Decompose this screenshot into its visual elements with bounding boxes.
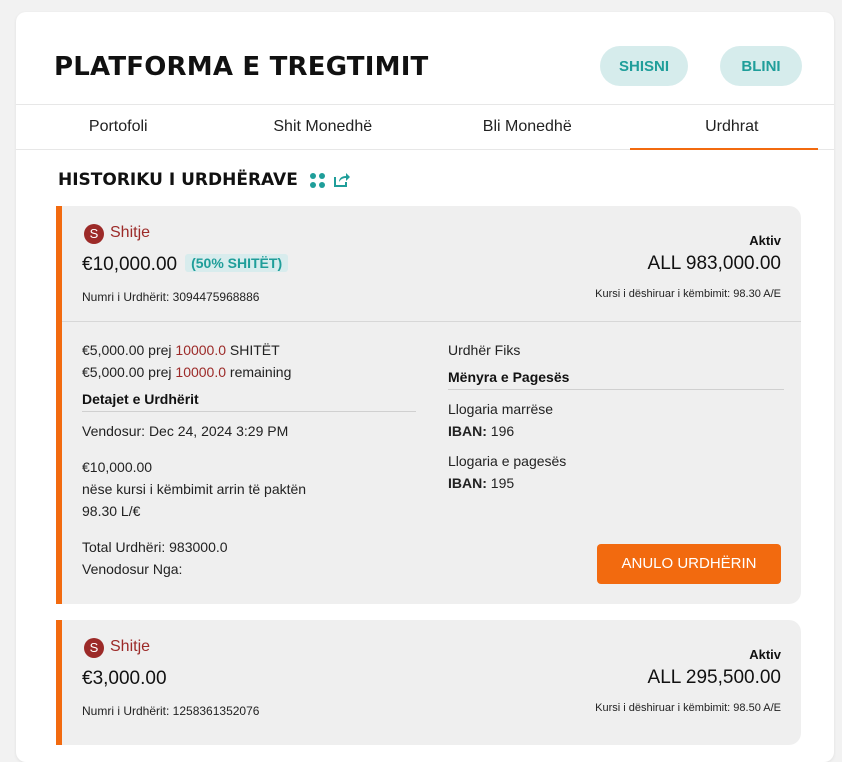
- order-total-all: ALL 983,000.00: [647, 253, 781, 274]
- paying-iban: IBAN: 195: [448, 472, 784, 494]
- condition-amount: €10,000.00: [82, 459, 153, 475]
- sold-progress-line: €5,000.00 prej 10000.0 SHITËT: [82, 339, 416, 361]
- order-card: S Shitje €3,000.00 Numri i Urdhërit: 125…: [56, 620, 801, 745]
- paying-account-label: Llogaria e pagesës: [448, 453, 567, 469]
- order-amount: €10,000.00 (50% SHITËT): [82, 254, 289, 276]
- order-amount: €3,000.00: [82, 668, 167, 689]
- order-total-all: ALL 295,500.00: [647, 667, 781, 688]
- section-heading: HISTORIKU I URDHËRAVE: [58, 170, 351, 190]
- sold-suffix: SHITËT: [226, 342, 280, 358]
- placed-date: Vendosur: Dec 24, 2024 3:29 PM: [82, 423, 289, 439]
- tab-sell-currency[interactable]: Shit Monedhë: [221, 105, 426, 149]
- tab-bar: Portofoli Shit Monedhë Bli Monedhë Urdhr…: [16, 104, 834, 150]
- order-number: Numri i Urdhërit: 1258361352076: [82, 704, 260, 718]
- sold-amount: €5,000.00 prej: [82, 342, 176, 358]
- condition-text: nëse kursi i këmbimit arrin të paktën: [82, 481, 307, 497]
- sell-side-badge: S: [84, 224, 104, 244]
- iban-label: IBAN:: [448, 423, 487, 439]
- grid-dots-icon[interactable]: [309, 172, 325, 188]
- tab-portfolio[interactable]: Portofoli: [16, 105, 221, 149]
- remaining-line: €5,000.00 prej 10000.0 remaining: [82, 361, 416, 383]
- tab-buy-currency[interactable]: Bli Monedhë: [425, 105, 630, 149]
- cancel-order-button[interactable]: ANULO URDHËRIN: [597, 544, 781, 584]
- order-card: S Shitje €10,000.00 (50% SHITËT) Numri i …: [56, 206, 801, 604]
- order-number: Numri i Urdhërit: 3094475968886: [82, 290, 260, 304]
- payment-details: Urdhër Fiks Mënyra e Pagesës Llogaria ma…: [448, 339, 784, 494]
- divider: [62, 321, 801, 322]
- status-badge: Aktiv: [749, 233, 781, 248]
- trading-platform-card: PLATFORMA E TREGTIMIT SHISNI BLINI Porto…: [16, 12, 834, 762]
- payment-heading: Mënyra e Pagesës: [448, 369, 784, 390]
- sell-button[interactable]: SHISNI: [600, 46, 688, 86]
- condition-rate: 98.30 L/€: [82, 503, 141, 519]
- order-details: €5,000.00 prej 10000.0 SHITËT €5,000.00 …: [82, 339, 416, 580]
- order-amount-value: €10,000.00: [82, 254, 178, 275]
- details-heading: Detajet e Urdhërit: [82, 391, 416, 412]
- placed-by: Venodosur Nga:: [82, 561, 183, 577]
- tab-orders[interactable]: Urdhrat: [629, 105, 835, 150]
- desired-rate: Kursi i dëshiruar i këmbimit: 98.30 A/E: [595, 288, 781, 300]
- share-icon[interactable]: [333, 172, 351, 188]
- order-type: Urdhër Fiks: [448, 342, 521, 358]
- iban-value: 196: [490, 423, 515, 439]
- desired-rate: Kursi i dëshiruar i këmbimit: 98.50 A/E: [595, 702, 781, 714]
- section-title: HISTORIKU I URDHËRAVE: [58, 170, 298, 190]
- order-side-label: Shitje: [110, 224, 151, 241]
- buy-button[interactable]: BLINI: [720, 46, 802, 86]
- order-total: Total Urdhëri: 983000.0: [82, 539, 228, 555]
- sold-total: 10000.0: [175, 342, 227, 358]
- receiving-iban: IBAN: 196: [448, 420, 784, 442]
- remaining-total: 10000.0: [175, 364, 227, 380]
- receiving-account-label: Llogaria marrëse: [448, 401, 554, 417]
- order-side-label: Shitje: [110, 638, 151, 655]
- remaining-suffix: remaining: [226, 364, 292, 380]
- sell-side-badge: S: [84, 638, 104, 658]
- header: PLATFORMA E TREGTIMIT SHISNI BLINI: [16, 12, 834, 104]
- status-badge: Aktiv: [749, 647, 781, 662]
- remaining-amount: €5,000.00 prej: [82, 364, 176, 380]
- sold-percent-badge: (50% SHITËT): [185, 254, 289, 272]
- iban-label: IBAN:: [448, 475, 487, 491]
- page-title: PLATFORMA E TREGTIMIT: [54, 52, 429, 82]
- iban-value: 195: [490, 475, 515, 491]
